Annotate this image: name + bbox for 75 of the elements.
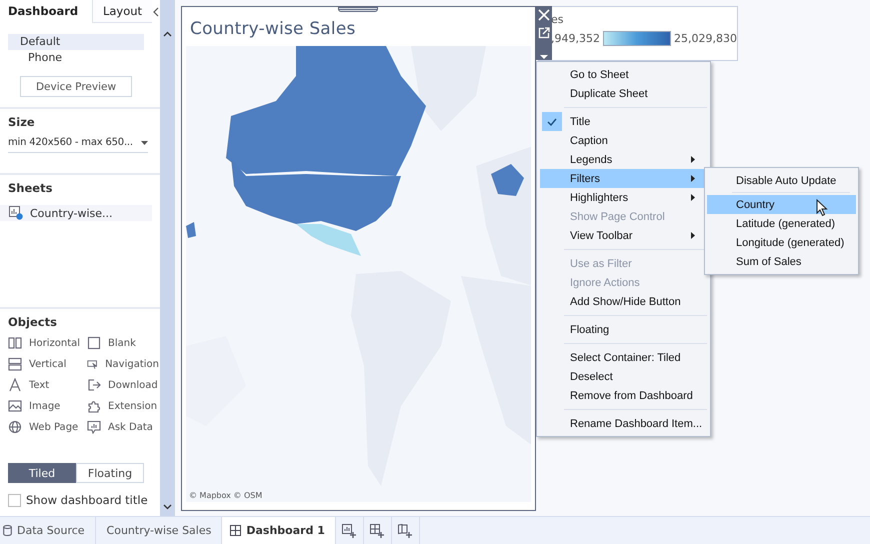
legend-min-value: ,949,352 <box>551 32 600 45</box>
sheet-title: Country-wise Sales <box>190 19 356 39</box>
object-item[interactable]: Download <box>87 377 159 393</box>
menu-item[interactable]: Duplicate Sheet <box>540 84 707 103</box>
sheet-container[interactable]: Country-wise Sales © Mapbox © OSM <box>181 6 536 511</box>
size-dropdown[interactable]: min 420x560 - max 650... <box>8 135 148 153</box>
scroll-down-icon[interactable] <box>163 504 172 510</box>
external-link-icon[interactable] <box>538 27 550 39</box>
menu-item[interactable]: Rename Dashboard Item... <box>540 414 707 433</box>
sheet-tab[interactable]: Data Source <box>0 517 96 544</box>
scrollbar[interactable] <box>160 0 175 516</box>
menu-item[interactable]: Floating <box>540 320 707 339</box>
panel-tab[interactable]: Layout <box>92 0 152 23</box>
section-heading: Objects <box>8 315 58 331</box>
object-item[interactable]: Web Page <box>8 419 87 435</box>
object-item[interactable]: Text <box>8 377 87 393</box>
menu-item[interactable]: Highlighters <box>540 188 707 207</box>
menu-item[interactable]: Filters <box>540 169 707 188</box>
collapse-icon[interactable] <box>152 6 160 16</box>
webpage-icon <box>8 420 22 434</box>
object-item[interactable]: Extension <box>87 398 159 414</box>
sheet-tab[interactable]: Dashboard 1 <box>222 517 336 544</box>
section-heading: Sheets <box>8 181 54 197</box>
sheet-item[interactable]: Country-wise... <box>0 205 152 221</box>
object-item[interactable]: Navigation <box>87 356 159 372</box>
menu-item[interactable]: Country <box>707 195 856 214</box>
device-item[interactable]: Phone <box>8 50 144 66</box>
menu-item[interactable]: Caption <box>540 131 707 150</box>
new-book-icon <box>398 524 412 538</box>
menu-item[interactable]: Deselect <box>540 367 707 386</box>
askdata-icon <box>87 420 101 434</box>
dashboard-icon <box>230 525 242 536</box>
new-chart-sheet-icon <box>342 524 356 538</box>
section-heading: Size <box>8 115 36 131</box>
device-preview-button[interactable]: Device Preview <box>20 76 132 97</box>
chart-sheet-icon <box>9 206 23 220</box>
object-item[interactable]: Vertical <box>8 356 87 372</box>
legend-title: es <box>551 13 564 26</box>
object-item[interactable]: Horizontal <box>8 335 87 351</box>
menu-item[interactable]: Latitude (generated) <box>707 214 856 233</box>
vertical-icon <box>8 357 22 371</box>
checkbox[interactable] <box>8 494 21 506</box>
checkbox-label: Show dashboard title <box>26 493 148 507</box>
menu-item[interactable]: Select Container: Tiled <box>540 348 707 367</box>
object-item[interactable]: Image <box>8 398 87 414</box>
extension-icon <box>87 399 101 413</box>
layout-mode-toggle[interactable]: Tiled <box>8 463 76 483</box>
image-icon <box>8 399 22 413</box>
legend-max-value: 25,029,830 <box>674 32 737 45</box>
menu-item[interactable]: Go to Sheet <box>540 65 707 84</box>
menu-item[interactable]: Longitude (generated) <box>707 233 856 252</box>
menu-item[interactable]: View Toolbar <box>540 226 707 245</box>
menu-item[interactable]: Sum of Sales <box>707 252 856 271</box>
scroll-up-icon[interactable] <box>163 31 172 37</box>
drag-handle[interactable] <box>338 6 378 12</box>
horizontal-icon <box>8 336 22 350</box>
layout-mode-toggle[interactable]: Floating <box>76 463 144 483</box>
new-grid-icon <box>370 524 384 538</box>
device-item[interactable]: Default <box>8 34 144 50</box>
close-icon[interactable] <box>538 9 550 21</box>
menu-item[interactable]: Title <box>540 112 707 131</box>
blank-icon <box>87 336 101 350</box>
menu-item[interactable]: Legends <box>540 150 707 169</box>
color-ramp <box>602 31 672 46</box>
menu-item[interactable]: Add Show/Hide Button <box>540 292 707 311</box>
object-item[interactable]: Ask Data <box>87 419 159 435</box>
text-icon <box>8 378 22 392</box>
mouse-pointer-icon <box>816 199 828 217</box>
caret-icon <box>141 140 148 144</box>
map-attribution: © Mapbox © OSM <box>189 491 262 500</box>
menu-item[interactable]: Remove from Dashboard <box>540 386 707 405</box>
database-icon <box>3 525 12 536</box>
menu-item[interactable]: Disable Auto Update <box>707 171 856 190</box>
download-icon <box>87 378 101 392</box>
object-item[interactable]: Blank <box>87 335 159 351</box>
